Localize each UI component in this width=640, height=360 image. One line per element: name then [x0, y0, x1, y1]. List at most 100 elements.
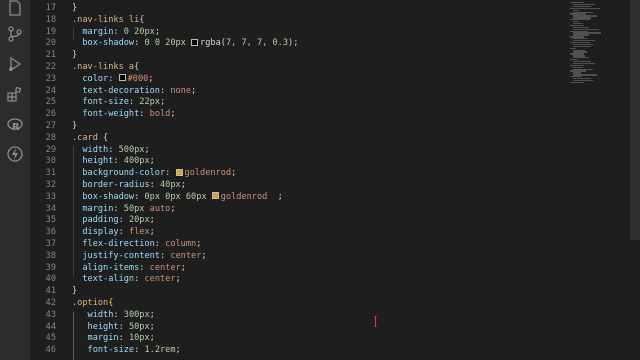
code-line[interactable]: 18 .nav-links li{: [30, 15, 560, 27]
code-token: :: [159, 85, 171, 96]
run-debug-icon[interactable]: [7, 56, 23, 72]
color-swatch[interactable]: [118, 74, 126, 82]
code-line[interactable]: 34 margin: 50px auto;: [30, 204, 560, 216]
code-text: height: 50px;: [72, 322, 155, 334]
code-token: 50px: [123, 203, 150, 214]
code-token: ;: [149, 215, 155, 226]
bolt-icon[interactable]: [7, 146, 23, 162]
code-token: font-size: [87, 345, 135, 356]
line-number: 37: [45, 239, 56, 249]
code-token: :: [165, 168, 176, 179]
code-token: :: [113, 26, 124, 37]
code-token: height: [87, 321, 119, 332]
code-token: #000: [127, 73, 149, 84]
code-token: {: [97, 132, 109, 143]
code-token: column: [165, 239, 197, 249]
code-text: background-color: goldenrod;: [72, 168, 236, 180]
code-line[interactable]: 44 height: 50px;: [30, 322, 560, 334]
line-number: 46: [45, 345, 56, 356]
code-line[interactable]: 24 text-decoration: none;: [30, 86, 560, 98]
color-swatch[interactable]: [175, 168, 183, 176]
code-text: }: [72, 50, 77, 62]
code-line[interactable]: 31 background-color: goldenrod;: [30, 168, 560, 180]
code-line[interactable]: 36 display: flex;: [30, 227, 560, 239]
source-control-icon[interactable]: [7, 26, 23, 42]
line-number: 42: [45, 298, 56, 308]
color-swatch[interactable]: [211, 192, 219, 200]
code-line[interactable]: 39 align-items: center;: [30, 263, 560, 275]
code-token: 400px: [123, 156, 150, 167]
code-line[interactable]: 27}: [30, 121, 560, 133]
code-line[interactable]: 17}: [30, 3, 560, 15]
code-line[interactable]: 46 font-size: 1.2rem;: [30, 345, 560, 357]
code-line[interactable]: 23 color: #000;: [30, 74, 560, 86]
line-number: 38: [45, 250, 56, 261]
code-editor[interactable]: 17} 18 .nav-links li{19 margin: 0 20px; 20 …: [30, 0, 560, 360]
code-line[interactable]: 45 margin: 10px;: [30, 333, 560, 345]
explorer-icon[interactable]: [7, 0, 23, 16]
code-token: .option: [72, 298, 109, 308]
color-swatch[interactable]: [191, 38, 199, 46]
vertical-scrollbar[interactable]: [630, 0, 640, 240]
code-text: font-size: 22px;: [72, 97, 165, 109]
line-number: 25: [45, 97, 56, 108]
code-token: ;: [231, 168, 237, 179]
svg-text:R: R: [12, 122, 20, 133]
code-token: text-decoration: [82, 85, 160, 96]
line-number: 20: [45, 38, 56, 49]
code-text: align-items: center;: [72, 263, 186, 275]
code-line[interactable]: 29 width: 500px;: [30, 145, 560, 157]
code-line[interactable]: 41}: [30, 286, 560, 298]
code-line[interactable]: 20 box-shadow: 0 0 20px rgba(7, 7, 7, 0.…: [30, 38, 560, 50]
code-line[interactable]: 32 border-radius: 40px;: [30, 180, 560, 192]
text-cursor-icon: [374, 316, 377, 327]
line-number: 34: [45, 203, 56, 214]
line-number: 29: [45, 144, 56, 155]
code-token: ;: [201, 250, 207, 261]
line-number: 26: [45, 109, 56, 120]
code-token: rgba(: [200, 38, 226, 49]
code-line[interactable]: 38 justify-content: center;: [30, 251, 560, 263]
code-token: box-shadow: [82, 38, 135, 49]
code-line[interactable]: 22 .nav-links a{: [30, 62, 560, 74]
activity-bar: R: [0, 0, 30, 360]
line-number: 19: [45, 26, 56, 37]
code-line[interactable]: 43 width: 300px;: [30, 310, 560, 322]
code-token: ;: [170, 203, 176, 214]
code-line[interactable]: 33 box-shadow: 0px 0px 60px goldenrod ;: [30, 192, 560, 204]
code-token: ;: [148, 73, 154, 84]
code-token: :: [118, 321, 129, 332]
code-line[interactable]: 25 font-size: 22px;: [30, 97, 560, 109]
code-token: ;: [180, 262, 186, 273]
code-token: :: [134, 274, 145, 285]
code-line[interactable]: 42 .option{: [30, 298, 560, 310]
code-token: font-weight: [82, 109, 140, 120]
code-token: :: [134, 345, 145, 356]
code-line[interactable]: 26 font-weight: bold;: [30, 109, 560, 121]
code-text: justify-content: center;: [72, 250, 207, 263]
code-line[interactable]: 30 height: 400px;: [30, 156, 560, 168]
code-token: {: [139, 14, 145, 25]
line-number: 41: [45, 286, 56, 297]
code-token: :: [108, 144, 119, 155]
r-icon[interactable]: R: [7, 117, 23, 133]
code-line[interactable]: 19 margin: 0 20px;: [30, 27, 560, 39]
extensions-icon[interactable]: [7, 87, 23, 103]
minimap[interactable]: [560, 0, 640, 360]
code-token: justify-content: [82, 250, 160, 261]
code-line[interactable]: 28 .card {: [30, 133, 560, 145]
code-line[interactable]: 37 flex-direction: column;: [30, 239, 560, 251]
code-token: 7, 7, 7, 0.3: [225, 38, 289, 49]
code-token: center: [170, 250, 202, 261]
code-line[interactable]: 21}: [30, 50, 560, 62]
code-line[interactable]: 40 text-align: center;: [30, 274, 560, 286]
code-line[interactable]: 35 padding: 20px;: [30, 215, 560, 227]
code-token: :: [154, 239, 166, 249]
